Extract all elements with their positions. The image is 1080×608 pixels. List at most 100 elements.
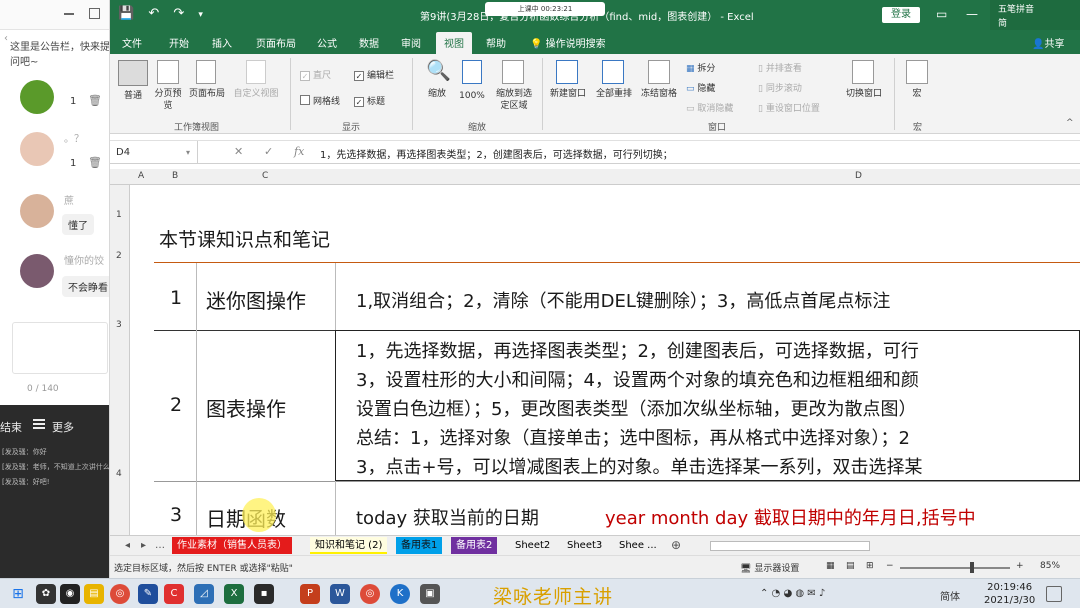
app-icon[interactable]: ◿	[194, 584, 214, 604]
macros-button[interactable]: 宏	[906, 88, 928, 100]
side-by-side-button[interactable]: ▯ 并排查看	[758, 61, 802, 74]
tab-home[interactable]: 开始	[169, 35, 189, 50]
normal-view-button[interactable]: 普通	[118, 90, 148, 102]
redo-icon[interactable]: ↷	[173, 6, 184, 21]
reset-position-button[interactable]: ▯ 重设窗口位置	[758, 101, 820, 114]
app-icon[interactable]: ▪	[254, 584, 274, 604]
zoom-100-button[interactable]: 100%	[454, 90, 490, 102]
chat-input[interactable]	[12, 322, 108, 374]
split-button[interactable]: ▦ 拆分	[686, 61, 715, 74]
formula-bar-checkbox[interactable]: ✓ 编辑栏	[354, 68, 394, 81]
sheet-tab[interactable]: 备用表1	[396, 537, 443, 554]
sheet-tab[interactable]: Sheet3	[562, 537, 607, 554]
page-layout-button[interactable]: 页面布局	[186, 88, 228, 100]
new-window-button[interactable]: 新建窗口	[546, 88, 590, 100]
gridlines-checkbox[interactable]: 网格线	[300, 94, 340, 107]
app-icon[interactable]: C	[164, 584, 184, 604]
sheet-tab[interactable]: Sheet2	[510, 537, 555, 554]
app-icon[interactable]: ✿	[36, 584, 56, 604]
excel-icon[interactable]: X	[224, 584, 244, 604]
custom-views-button[interactable]: 自定义视图	[230, 88, 282, 100]
formula-input[interactable]: 1，先选择数据，再选择图表类型；2，创建图表后，可选择数据，可行列切换；	[320, 146, 673, 161]
zoom-button[interactable]: 缩放	[426, 88, 448, 100]
collapse-arrow-icon[interactable]: ‹	[4, 33, 8, 44]
tell-me-search[interactable]: 💡 操作说明搜索	[530, 35, 606, 50]
horizontal-scrollbar[interactable]	[710, 541, 870, 551]
customize-icon[interactable]: ▾	[198, 10, 203, 20]
page-break-preview-button[interactable]: 分页预览	[154, 88, 182, 112]
minimize-icon[interactable]: —	[966, 7, 978, 21]
column-header[interactable]: D	[855, 171, 862, 181]
unhide-button[interactable]: ▭ 取消隐藏	[686, 101, 733, 114]
app-icon[interactable]: ◉	[60, 584, 80, 604]
tab-insert[interactable]: 插入	[212, 35, 232, 50]
ruler-checkbox[interactable]: ✓ 直尺	[300, 68, 331, 81]
tray-icons[interactable]: ⌃ ◔ ◕ ◍ ✉ ♪	[760, 588, 825, 599]
row-header[interactable]: 4	[116, 469, 122, 479]
selected-cell-D4[interactable]	[335, 330, 1080, 481]
app-icon[interactable]: K	[390, 584, 410, 604]
chevron-down-icon[interactable]: ▾	[186, 141, 190, 164]
name-box[interactable]: D4 ▾	[110, 141, 198, 164]
tab-review[interactable]: 审阅	[401, 35, 421, 50]
maximize-icon[interactable]	[89, 8, 100, 19]
tab-data[interactable]: 数据	[359, 35, 379, 50]
tab-view[interactable]: 视图	[436, 32, 472, 56]
undo-icon[interactable]: ↶	[148, 6, 159, 21]
chrome-icon[interactable]: ◎	[110, 584, 130, 604]
normal-view-status-icon[interactable]: ▦	[826, 561, 835, 571]
clock[interactable]: 20:19:46 2021/3/30	[984, 581, 1035, 607]
ime-toolbar[interactable]: 五笔拼音 简	[990, 0, 1080, 30]
app-icon[interactable]: ▣	[420, 584, 440, 604]
more-tabs-icon[interactable]: …	[150, 537, 170, 554]
headings-checkbox[interactable]: ✓ 标题	[354, 94, 385, 107]
row-header[interactable]: 2	[116, 251, 122, 261]
collapse-ribbon-icon[interactable]: ^	[1066, 118, 1074, 128]
worksheet-grid[interactable]: 本节课知识点和笔记 1 迷你图操作 1,取消组合；2，清除（不能用DEL键删除）…	[130, 185, 1080, 535]
column-header[interactable]: C	[262, 171, 268, 181]
page-layout-status-icon[interactable]: ▤	[846, 561, 855, 571]
zoom-out-icon[interactable]: −	[886, 561, 894, 571]
enter-icon[interactable]: ✓	[264, 145, 273, 158]
row-header[interactable]: 1	[116, 210, 122, 220]
word-icon[interactable]: W	[330, 584, 350, 604]
notification-icon[interactable]	[1046, 586, 1062, 602]
sheet-tab[interactable]: Shee ...	[614, 537, 662, 554]
add-sheet-icon[interactable]: ⊕	[666, 537, 686, 554]
tab-page-layout[interactable]: 页面布局	[256, 35, 296, 50]
arrange-all-button[interactable]: 全部重排	[592, 88, 636, 100]
minimize-icon[interactable]	[64, 13, 74, 15]
freeze-panes-button[interactable]: 冻结窗格	[636, 88, 682, 100]
hide-button[interactable]: ▭ 隐藏	[686, 81, 715, 94]
cancel-icon[interactable]: ✕	[234, 145, 243, 158]
scroll-tabs-left-icon[interactable]: ◂	[120, 537, 135, 554]
sheet-tab-active[interactable]: 知识和笔记 (2)	[310, 537, 388, 554]
tab-formulas[interactable]: 公式	[317, 35, 337, 50]
file-explorer-icon[interactable]: ▤	[84, 584, 104, 604]
zoom-slider[interactable]	[900, 567, 1010, 569]
windows-start-icon[interactable]: ⊞	[8, 584, 28, 604]
save-icon[interactable]: 💾	[118, 6, 134, 21]
sheet-tab[interactable]: 备用表2	[451, 537, 498, 554]
end-button[interactable]: 结束	[0, 419, 22, 435]
insert-function-icon[interactable]: fx	[294, 145, 304, 158]
zoom-to-selection-button[interactable]: 缩放到选定区域	[492, 88, 536, 112]
share-button[interactable]: 👤共享	[1032, 35, 1064, 50]
switch-windows-button[interactable]: 切换窗口	[842, 88, 886, 100]
display-settings-button[interactable]: 🖥 显示器设置	[740, 561, 799, 574]
sheet-tab[interactable]: 作业素材（销售人员表）	[172, 537, 292, 554]
login-button[interactable]: 登录	[882, 7, 920, 23]
trash-icon[interactable]: 🗑	[88, 156, 102, 169]
zoom-slider-thumb[interactable]	[970, 562, 974, 573]
sync-scroll-button[interactable]: ▯ 同步滚动	[758, 81, 802, 94]
app-icon[interactable]: ✎	[138, 584, 158, 604]
chrome-icon[interactable]: ◎	[360, 584, 380, 604]
tab-help[interactable]: 帮助	[486, 35, 506, 50]
page-break-status-icon[interactable]: ⊞	[866, 561, 874, 571]
zoom-level[interactable]: 85%	[1040, 561, 1060, 571]
trash-icon[interactable]: 🗑	[88, 94, 102, 107]
scroll-tabs-right-icon[interactable]: ▸	[136, 537, 151, 554]
more-button[interactable]: 更多	[34, 419, 74, 435]
ribbon-options-icon[interactable]: ▭	[936, 7, 947, 21]
column-header[interactable]: B	[172, 171, 178, 181]
